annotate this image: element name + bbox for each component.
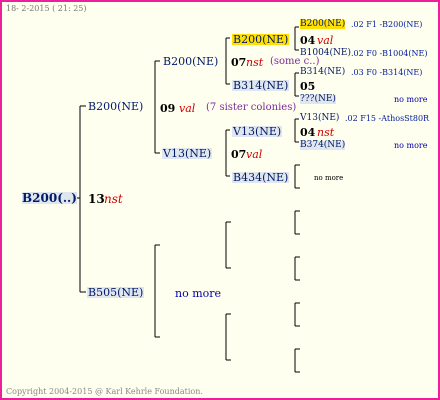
root-num: 13 (88, 192, 105, 206)
gen1-node-0[interactable]: B200(NE) (87, 101, 144, 112)
gen2-rel-1: val (246, 148, 263, 161)
gen3-rel-2: nst (317, 126, 335, 139)
gen3-node-3[interactable]: B434(NE) (232, 172, 290, 183)
gen4-node-1[interactable]: B1004(NE) (300, 49, 351, 58)
gen2-note-0: (some c..) (270, 56, 320, 67)
gen2-rel-0: nst (246, 56, 264, 69)
gen4-info-2: .03 F0 -B314(NE) (351, 68, 423, 77)
copyright: Copyright 2004-2015 @ Karl Kehrle Founda… (6, 387, 203, 396)
gen3-node-0[interactable]: B200(NE) (232, 34, 290, 45)
gen2-node-0[interactable]: B200(NE) (162, 56, 219, 67)
pedigree-page: 18- 2-2015 ( 21: 25) Copyright 2004-2015… (0, 0, 440, 400)
gen3-num-0: 04 (300, 34, 316, 47)
gen4-node-3[interactable]: ???(NE) (300, 95, 336, 104)
gen3-node-1[interactable]: B314(NE) (232, 80, 290, 91)
gen3-rel-0: val (317, 34, 334, 47)
gen3-num-1: 05 (300, 80, 316, 93)
gen4-nomore-3: no more (394, 95, 428, 104)
gen4-info-1: .02 F0 -B1004(NE) (351, 49, 428, 58)
gen1-node-1[interactable]: B505(NE) (87, 287, 145, 298)
root-queen[interactable]: B200(..) (22, 192, 77, 204)
gen3-node-2[interactable]: V13(NE) (232, 126, 283, 137)
gen1-note-0: (7 sister colonies) (206, 102, 297, 113)
gen1-num-0: 09 (160, 102, 176, 115)
gen4-node-2[interactable]: B314(NE) (300, 68, 345, 77)
gen4-node-0[interactable]: B200(NE) (300, 20, 346, 29)
gen4-node-5[interactable]: B374(NE) (300, 141, 346, 150)
gen3-num-2: 04 (300, 126, 316, 139)
gen1-nomore-1: no more (175, 287, 222, 300)
gen4-info-0: .02 F1 -B200(NE) (351, 20, 423, 29)
print-date: 18- 2-2015 ( 21: 25) (6, 4, 87, 13)
gen4-info-4: .02 F15 -AthosSt80R (345, 114, 430, 123)
gen2-node-1[interactable]: V13(NE) (162, 148, 213, 159)
gen1-rel-0: val (179, 102, 196, 115)
gen2-num-1: 07 (231, 148, 247, 161)
gen2-num-0: 07 (231, 56, 247, 69)
gen4-nomore-5: no more (394, 141, 428, 150)
gen3-nomore-3: no more (314, 174, 344, 182)
gen4-node-4[interactable]: V13(NE) (300, 114, 339, 123)
root-rel: nst (104, 192, 123, 206)
